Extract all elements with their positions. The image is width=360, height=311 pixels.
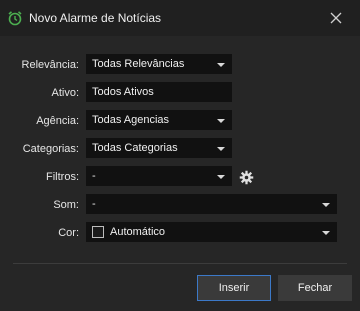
chevron-down-icon bbox=[217, 175, 225, 179]
chevron-down-icon bbox=[322, 231, 330, 235]
color-label: Cor: bbox=[58, 227, 79, 239]
sound-value: - bbox=[92, 198, 96, 210]
asset-label: Ativo: bbox=[51, 87, 79, 99]
agency-value: Todas Agencias bbox=[92, 114, 170, 126]
close-button[interactable]: Fechar bbox=[278, 275, 352, 301]
relevance-select[interactable]: Todas Relevâncias bbox=[86, 54, 232, 74]
agency-select[interactable]: Todas Agencias bbox=[86, 110, 232, 130]
chevron-down-icon bbox=[217, 147, 225, 151]
color-swatch bbox=[92, 226, 104, 238]
chevron-down-icon bbox=[322, 203, 330, 207]
title-bar: Novo Alarme de Notícias bbox=[0, 0, 360, 36]
relevance-label: Relevância: bbox=[21, 59, 79, 71]
window-title: Novo Alarme de Notícias bbox=[29, 11, 162, 25]
color-value: Automático bbox=[110, 226, 166, 238]
close-icon[interactable] bbox=[328, 10, 344, 26]
asset-value: Todos Ativos bbox=[92, 86, 154, 98]
sound-select[interactable]: - bbox=[86, 194, 337, 214]
sound-label: Som: bbox=[53, 199, 79, 211]
categories-value: Todas Categorias bbox=[92, 142, 178, 154]
insert-button[interactable]: Inserir bbox=[197, 275, 271, 301]
filters-label: Filtros: bbox=[46, 171, 79, 183]
chevron-down-icon bbox=[217, 63, 225, 67]
alarm-clock-icon bbox=[8, 11, 22, 26]
color-select[interactable]: Automático bbox=[86, 222, 337, 242]
filters-select[interactable]: - bbox=[86, 166, 232, 186]
divider bbox=[13, 263, 347, 264]
categories-select[interactable]: Todas Categorias bbox=[86, 138, 232, 158]
asset-input[interactable]: Todos Ativos bbox=[86, 82, 232, 102]
gear-icon[interactable] bbox=[239, 170, 254, 185]
relevance-value: Todas Relevâncias bbox=[92, 58, 185, 70]
filters-value: - bbox=[92, 170, 96, 182]
chevron-down-icon bbox=[217, 119, 225, 123]
agency-label: Agência: bbox=[36, 115, 79, 127]
categories-label: Categorias: bbox=[22, 143, 79, 155]
